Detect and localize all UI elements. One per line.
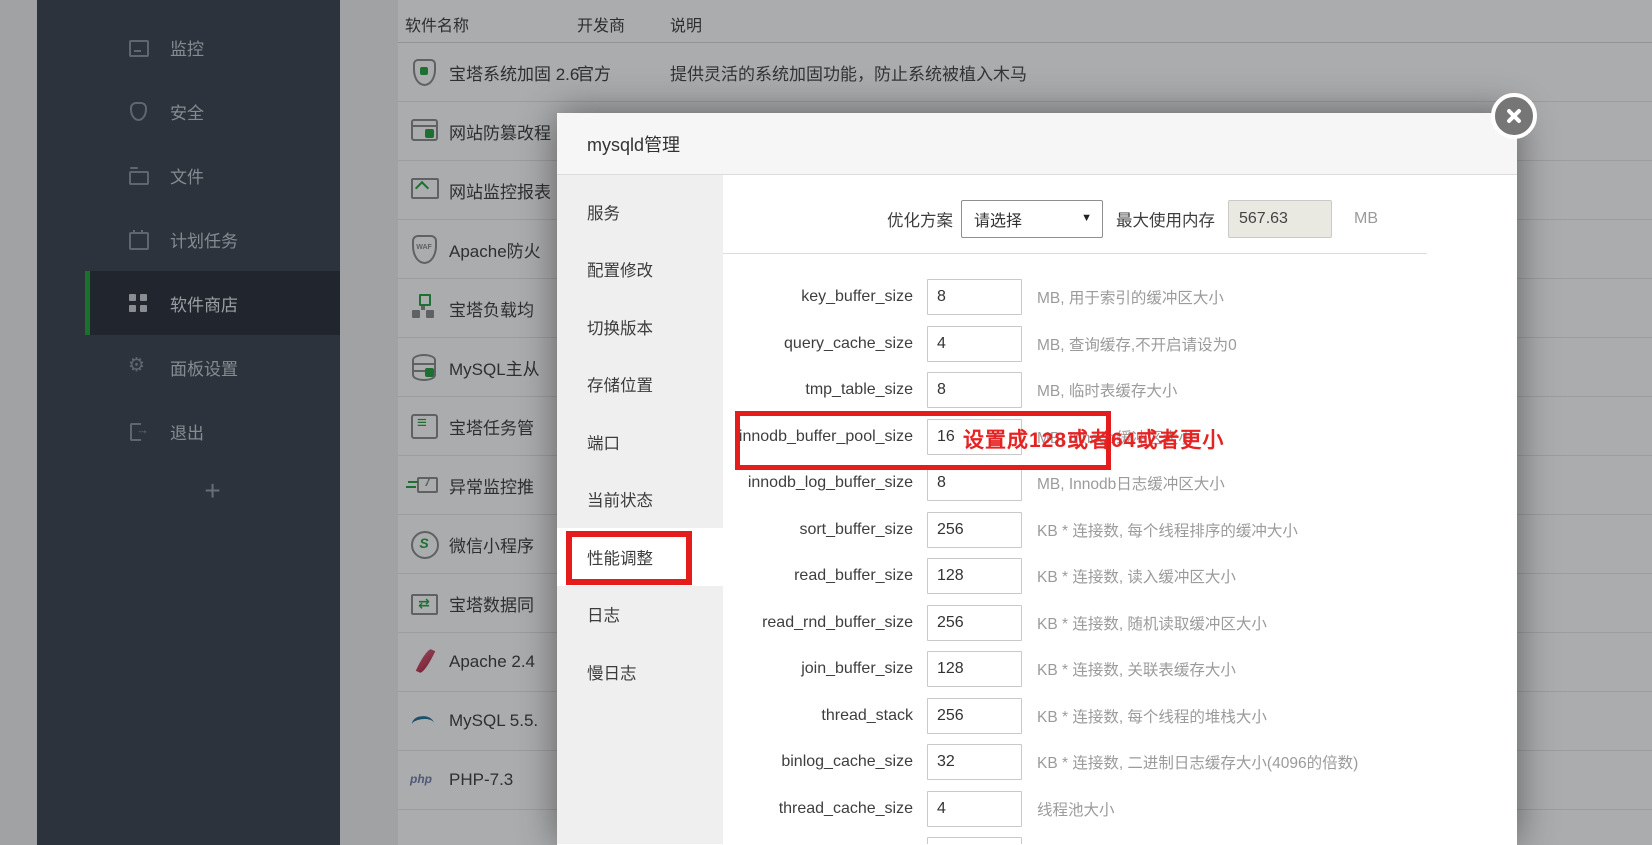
- max-memory-label: 最大使用内存: [1116, 212, 1215, 230]
- tuning-field-row: innodb_log_buffer_size 8 MB, Innodb日志缓冲区…: [723, 460, 1517, 507]
- dialog-tab[interactable]: 当前状态: [557, 471, 723, 529]
- field-label: tmp_table_size: [805, 381, 913, 399]
- dialog-tab[interactable]: 服务: [557, 183, 723, 241]
- field-label: thread_stack: [821, 706, 913, 724]
- close-icon[interactable]: [1491, 93, 1537, 139]
- tuning-field-row: sort_buffer_size 256 KB * 连接数, 每个线程排序的缓冲…: [723, 507, 1517, 554]
- tuning-field-row: join_buffer_size 128 KB * 连接数, 关联表缓存大小: [723, 646, 1517, 693]
- field-value: 256: [937, 613, 964, 631]
- field-value: 8: [937, 474, 946, 492]
- dialog-tab-label: 性能调整: [587, 549, 653, 568]
- tuning-fields: key_buffer_size 8 MB, 用于索引的缓冲区大小 query_c…: [723, 274, 1517, 844]
- performance-pane: 优化方案 请选择 ▼ 最大使用内存 567.63 MB key_buffer_s…: [723, 175, 1517, 844]
- field-hint: KB * 连接数, 二进制日志缓存大小(4096的倍数): [1037, 755, 1359, 773]
- field-input[interactable]: 128: [927, 651, 1022, 688]
- field-hint: KB * 连接数, 读入缓冲区大小: [1037, 569, 1236, 587]
- field-hint: KB * 连接数, 每个线程的堆栈大小: [1037, 708, 1267, 726]
- field-input[interactable]: 256: [927, 604, 1022, 641]
- dialog-tab[interactable]: 慢日志: [557, 643, 723, 701]
- dialog-tab-label: 配置修改: [587, 262, 653, 281]
- field-hint: KB * 连接数, 每个线程排序的缓冲大小: [1037, 522, 1298, 540]
- dialog-tab[interactable]: 存储位置: [557, 356, 723, 414]
- field-value: 8: [937, 288, 946, 306]
- field-input[interactable]: 32: [927, 744, 1022, 781]
- dialog-tab-label: 日志: [587, 607, 620, 626]
- tuning-field-row: read_rnd_buffer_size 256 KB * 连接数, 随机读取缓…: [723, 600, 1517, 647]
- field-value: 256: [937, 520, 964, 538]
- dialog-tab[interactable]: 日志: [557, 586, 723, 644]
- dialog-titlebar: mysqld管理: [557, 113, 1517, 175]
- dialog-tab-label: 当前状态: [587, 492, 653, 511]
- dialog-tab-label: 慢日志: [587, 664, 637, 683]
- field-label: key_buffer_size: [801, 288, 913, 306]
- scheme-label: 优化方案: [887, 212, 953, 230]
- dialog-tab-label: 端口: [587, 434, 620, 453]
- field-value: 16: [937, 427, 955, 445]
- tuning-field-row: key_buffer_size 8 MB, 用于索引的缓冲区大小: [723, 274, 1517, 321]
- tuning-field-row: read_buffer_size 128 KB * 连接数, 读入缓冲区大小: [723, 553, 1517, 600]
- field-hint: KB * 连接数, 随机读取缓冲区大小: [1037, 615, 1267, 633]
- tuning-field-row: binlog_cache_size 32 KB * 连接数, 二进制日志缓存大小…: [723, 739, 1517, 786]
- mysqld-dialog: mysqld管理 服务 配置修改 切换版本 存储位置 端口 当前状态 性能调整 …: [557, 93, 1537, 845]
- tuning-field-row: tmp_table_size 8 MB, 临时表缓存大小: [723, 367, 1517, 414]
- field-value: 128: [937, 567, 964, 585]
- field-input[interactable]: 256: [927, 511, 1022, 548]
- memory-unit-label: MB: [1354, 210, 1378, 227]
- dialog-tab-label: 切换版本: [587, 319, 653, 338]
- field-label: read_rnd_buffer_size: [762, 613, 913, 631]
- field-value: 4: [937, 334, 946, 352]
- field-hint: MB, 用于索引的缓冲区大小: [1037, 290, 1224, 308]
- field-value: 4: [937, 799, 946, 817]
- dialog-tab-label: 存储位置: [587, 377, 653, 396]
- field-label: binlog_cache_size: [781, 753, 913, 771]
- tuning-field-row: innodb_buffer_pool_size 16 MB, Innodb缓冲区…: [723, 414, 1517, 461]
- field-hint: MB, 查询缓存,不开启请设为0: [1037, 336, 1237, 354]
- tuning-field-row: [723, 832, 1517, 844]
- field-label: read_buffer_size: [794, 567, 913, 585]
- field-label: join_buffer_size: [801, 660, 913, 678]
- field-value: 8: [937, 381, 946, 399]
- dialog-tab[interactable]: 性能调整: [557, 528, 723, 586]
- field-value: 128: [937, 660, 964, 678]
- optimize-scheme-row: 优化方案 请选择 ▼ 最大使用内存 567.63 MB: [723, 200, 1517, 238]
- scheme-select[interactable]: 请选择 ▼: [961, 200, 1103, 238]
- scheme-select-value: 请选择: [974, 213, 1023, 230]
- max-memory-field[interactable]: 567.63: [1228, 200, 1332, 238]
- field-label: innodb_buffer_pool_size: [738, 427, 913, 445]
- field-input[interactable]: 8: [927, 465, 1022, 502]
- field-label: query_cache_size: [784, 334, 913, 352]
- field-hint: KB * 连接数, 关联表缓存大小: [1037, 662, 1236, 680]
- field-value: 32: [937, 753, 955, 771]
- field-input[interactable]: 8: [927, 279, 1022, 316]
- field-input[interactable]: 8: [927, 372, 1022, 409]
- field-label: sort_buffer_size: [799, 520, 913, 538]
- max-memory-value: 567.63: [1239, 210, 1288, 227]
- tuning-field-row: query_cache_size 4 MB, 查询缓存,不开启请设为0: [723, 321, 1517, 368]
- field-value: 256: [937, 706, 964, 724]
- dialog-tab-label: 服务: [587, 204, 620, 223]
- tuning-field-row: thread_cache_size 4 线程池大小: [723, 786, 1517, 833]
- field-label: thread_cache_size: [778, 799, 913, 817]
- field-input[interactable]: 256: [927, 697, 1022, 734]
- field-input[interactable]: 4: [927, 790, 1022, 827]
- field-label: innodb_log_buffer_size: [747, 474, 913, 492]
- field-input[interactable]: 16: [927, 418, 1022, 455]
- dialog-title: mysqld管理: [587, 134, 681, 155]
- dialog-tab[interactable]: 配置修改: [557, 241, 723, 299]
- chevron-down-icon: ▼: [1081, 212, 1092, 224]
- field-input[interactable]: 128: [927, 558, 1022, 595]
- dialog-tab[interactable]: 切换版本: [557, 298, 723, 356]
- field-hint: 线程池大小: [1037, 801, 1115, 819]
- field-hint: MB, 临时表缓存大小: [1037, 383, 1178, 401]
- field-input[interactable]: [927, 837, 1022, 844]
- section-divider: [723, 253, 1427, 254]
- dialog-tab[interactable]: 端口: [557, 413, 723, 471]
- field-hint: MB, Innodb缓冲区大小: [1037, 429, 1194, 447]
- field-hint: MB, Innodb日志缓冲区大小: [1037, 476, 1225, 494]
- dialog-tab-list: 服务 配置修改 切换版本 存储位置 端口 当前状态 性能调整 日志 慢日志: [557, 175, 723, 844]
- tuning-field-row: thread_stack 256 KB * 连接数, 每个线程的堆栈大小: [723, 693, 1517, 740]
- field-input[interactable]: 4: [927, 325, 1022, 362]
